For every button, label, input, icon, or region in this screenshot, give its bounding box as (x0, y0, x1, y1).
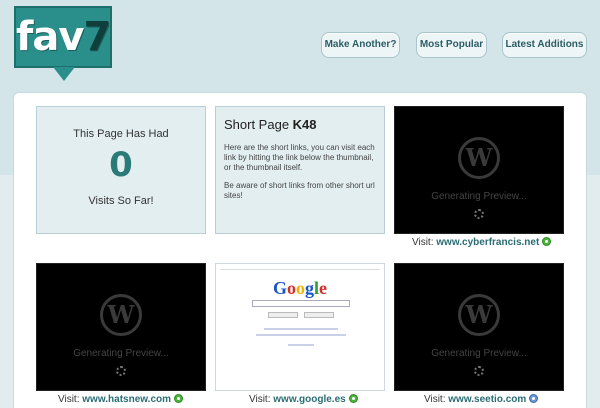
visit-caption-hatsnew: Visit: www.hatsnew.com (58, 394, 184, 408)
short-page-paragraph-2: Be aware of short links from other short… (224, 181, 375, 200)
loading-spinner-icon (474, 209, 484, 219)
google-logo-letter: o (296, 278, 305, 298)
wordpress-icon: W (100, 294, 142, 336)
google-top-bar (220, 267, 380, 270)
most-popular-button[interactable]: Most Popular (416, 32, 487, 58)
logo-digit: 7 (83, 14, 111, 60)
short-page-code: K48 (292, 117, 317, 132)
visit-link-hatsnew[interactable]: www.hatsnew.com (82, 394, 171, 405)
short-page-title-prefix: Short Page (224, 117, 290, 132)
google-lucky-button (304, 312, 334, 318)
google-link-row (264, 328, 338, 330)
go-icon[interactable] (542, 237, 552, 246)
google-logo-letter: o (287, 278, 296, 298)
visit-label: Visit: (424, 394, 446, 405)
visit-label: Visit: (412, 237, 434, 248)
google-search-box (252, 300, 350, 307)
latest-additions-button[interactable]: Latest Additions (502, 32, 587, 58)
counter-value: 0 (109, 145, 133, 185)
thumbnail-seetio[interactable]: W Generating Preview... (394, 263, 564, 391)
visit-caption-seetio: Visit: www.seetio.com (424, 394, 539, 408)
make-another-button[interactable]: Make Another? (321, 32, 400, 58)
visit-counter-box: This Page Has Had 0 Visits So Far! (36, 106, 206, 234)
thumbnail-cyberfrancis[interactable]: W Generating Preview... (394, 106, 564, 234)
short-page-info-box: Short Page K48 Here are the short links,… (215, 106, 385, 234)
google-logo-letter: G (272, 278, 287, 298)
counter-title: This Page Has Had (73, 128, 169, 140)
counter-footer: Visits So Far! (88, 195, 154, 207)
short-page-description: Here are the short links, you can visit … (224, 143, 382, 209)
generating-preview-text: Generating Preview... (431, 191, 527, 202)
visit-link-cyberfrancis[interactable]: www.cyberfrancis.net (436, 237, 539, 248)
loading-spinner-icon (116, 366, 126, 376)
short-page-title: Short Page K48 (224, 117, 317, 132)
thumbnail-hatsnew[interactable]: W Generating Preview... (36, 263, 206, 391)
generating-preview-text: Generating Preview... (73, 348, 169, 359)
google-logo: Google (216, 278, 384, 299)
google-footer-line (288, 344, 314, 346)
wordpress-icon: W (458, 294, 500, 336)
visit-link-seetio[interactable]: www.seetio.com (448, 394, 526, 405)
thumbnail-google[interactable]: Google (215, 263, 385, 391)
go-icon[interactable] (174, 394, 184, 403)
google-logo-letter: g (305, 278, 314, 298)
google-link-row (256, 334, 346, 336)
visit-label: Visit: (58, 394, 80, 405)
visit-caption-cyberfrancis: Visit: www.cyberfrancis.net (412, 237, 552, 251)
google-logo-letter: e (319, 278, 328, 298)
visit-link-google[interactable]: www.google.es (273, 394, 345, 405)
wordpress-icon: W (458, 137, 500, 179)
globe-icon[interactable] (529, 394, 539, 403)
visit-label: Visit: (249, 394, 271, 405)
logo-pointer (53, 67, 75, 81)
generating-preview-text: Generating Preview... (431, 348, 527, 359)
content-panel: This Page Has Had 0 Visits So Far! Short… (13, 92, 587, 408)
loading-spinner-icon (474, 366, 484, 376)
short-page-paragraph-1: Here are the short links, you can visit … (224, 143, 375, 172)
go-icon[interactable] (348, 394, 358, 403)
logo-text: fav (16, 14, 84, 60)
visit-caption-google: Visit: www.google.es (249, 394, 358, 408)
google-search-button (268, 312, 298, 318)
site-logo[interactable]: fav7 (14, 6, 112, 68)
